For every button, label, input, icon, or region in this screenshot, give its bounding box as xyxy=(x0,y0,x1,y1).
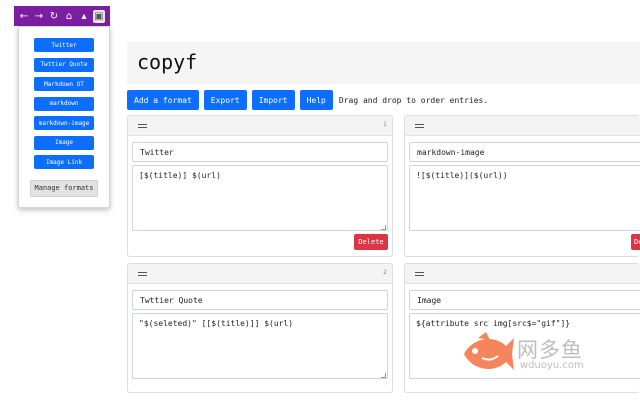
fish-logo-icon xyxy=(464,332,514,370)
drag-handle-icon[interactable] xyxy=(415,272,424,276)
popup-format-image-link[interactable]: Image Link xyxy=(34,155,94,169)
card-header[interactable]: 1 xyxy=(128,116,392,136)
help-button[interactable]: Help xyxy=(299,90,333,110)
format-name-input[interactable]: Twitter xyxy=(132,142,388,162)
format-template-textarea[interactable]: "$(seleted)" [[$(title)]] $(url) xyxy=(132,313,388,379)
format-card-twttier-quote: 2 Twttier Quote "$(seleted)" [[$(title)]… xyxy=(127,263,393,393)
format-name-input[interactable]: markdown-image xyxy=(409,142,640,162)
copyf-extension-icon[interactable]: ▣ xyxy=(93,9,105,23)
format-template-textarea[interactable]: ![$(title)]($(url)) xyxy=(409,165,640,231)
delete-button[interactable]: De xyxy=(631,234,640,250)
resize-handle-icon[interactable] xyxy=(381,225,386,230)
format-name-input[interactable]: Image xyxy=(409,290,640,310)
arrow-left-icon[interactable]: ← xyxy=(18,9,30,23)
card-number: 2 xyxy=(383,269,387,276)
format-card-markdown-image: markdown-image ![$(title)]($(url)) De xyxy=(404,115,640,257)
page-header xyxy=(127,42,640,84)
popup-format-markdown[interactable]: markdown xyxy=(34,96,94,111)
delete-button[interactable]: Delete xyxy=(354,234,388,250)
watermark-url: wduoyu.com xyxy=(520,360,584,371)
format-name-input[interactable]: Twttier Quote xyxy=(132,290,388,310)
import-button[interactable]: Import xyxy=(251,90,295,110)
popup-format-image[interactable]: Image xyxy=(34,135,94,150)
home-icon[interactable]: ⌂ xyxy=(63,9,75,23)
page-title: copyf xyxy=(137,50,198,74)
format-card-twitter: 1 Twitter [$(title)] $(url) Delete xyxy=(127,115,393,257)
drag-handle-icon[interactable] xyxy=(138,272,147,276)
popup-format-twitter[interactable]: Twitter xyxy=(34,38,94,52)
card-header[interactable]: 2 xyxy=(128,264,392,284)
card-header[interactable] xyxy=(405,264,640,284)
watermark: 网多鱼 wduoyu.com xyxy=(460,330,610,378)
popup-format-twttier-quote[interactable]: Twttier Quote xyxy=(34,57,94,72)
arrow-right-icon[interactable]: → xyxy=(33,9,45,23)
drag-handle-icon[interactable] xyxy=(415,124,424,128)
card-header[interactable] xyxy=(405,116,640,136)
popup-format-markdown-image[interactable]: markdown-image xyxy=(34,116,94,130)
manage-formats-button[interactable]: Manage formats xyxy=(30,179,98,197)
add-format-button[interactable]: Add a format xyxy=(127,90,199,110)
export-button[interactable]: Export xyxy=(203,90,247,110)
action-toolbar: Add a format Export Import Help Drag and… xyxy=(127,90,488,110)
browser-toolbar: ← → ↻ ⌂ ▴ ▣ xyxy=(14,6,110,26)
resize-handle-icon[interactable] xyxy=(381,373,386,378)
reload-icon[interactable]: ↻ xyxy=(48,9,60,23)
drag-hint: Drag and drop to order entries. xyxy=(338,95,489,105)
extension-puzzle-icon[interactable]: ▴ xyxy=(78,9,90,23)
drag-handle-icon[interactable] xyxy=(138,124,147,128)
format-template-textarea[interactable]: [$(title)] $(url) xyxy=(132,165,388,231)
popup-format-markdown-ot[interactable]: Markdown OT xyxy=(34,77,94,91)
extension-popup: Twitter Twttier Quote Markdown OT markdo… xyxy=(18,26,110,208)
card-number: 1 xyxy=(383,121,387,128)
